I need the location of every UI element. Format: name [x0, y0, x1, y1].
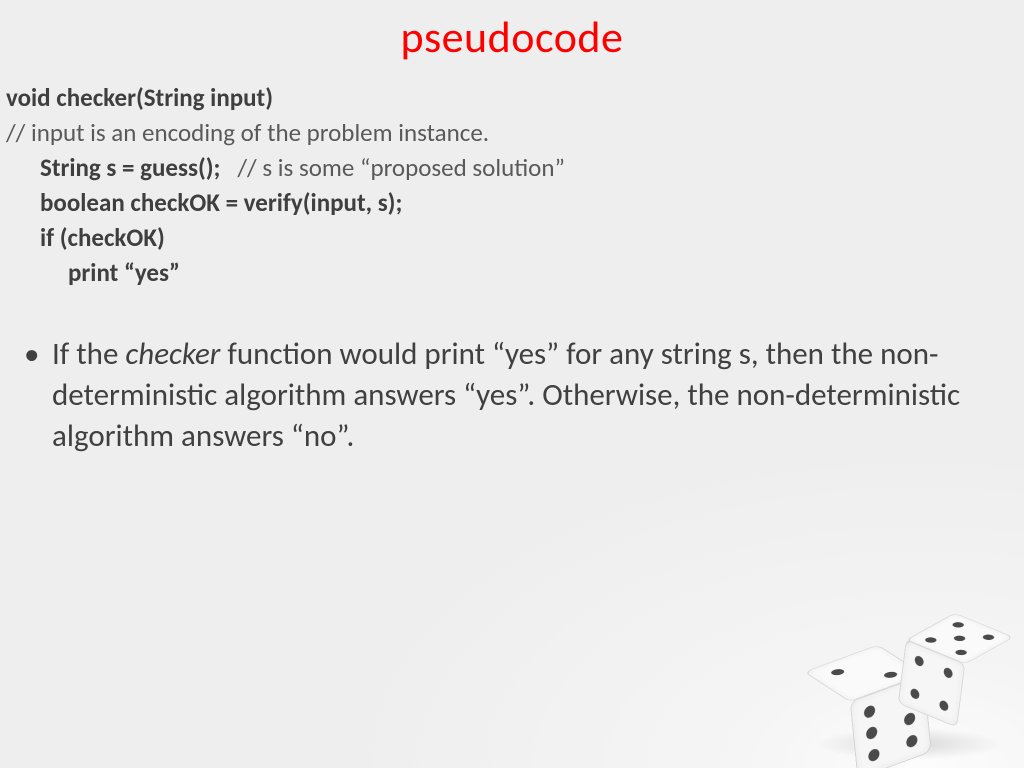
code-line-3-bold: String s = guess(); [40, 152, 220, 183]
slide-title: pseudocode [0, 0, 1024, 64]
pseudocode-block: void checker(String input) // input is a… [0, 64, 1024, 290]
die-icon [922, 626, 988, 712]
code-line-3-comment: // s is some “proposed solution” [220, 152, 565, 183]
code-line-5: if (checkOK) [40, 222, 165, 253]
slide: pseudocode void checker(String input) //… [0, 0, 1024, 768]
code-line-6: print “yes” [68, 257, 180, 288]
code-line-1: void checker(String input) [6, 82, 273, 113]
bullet-item: • If the checker function would print “y… [24, 334, 986, 457]
code-line-4: boolean checkOK = verify(input, s); [40, 187, 402, 218]
bullet-text: If the checker function would print “yes… [52, 334, 986, 457]
bullet-em: checker [125, 335, 220, 373]
bullet-block: • If the checker function would print “y… [0, 290, 1024, 457]
bullet-marker: • [24, 334, 52, 457]
dice-decoration [806, 596, 1006, 756]
bullet-pre: If the [52, 335, 125, 373]
die-icon [827, 660, 907, 763]
code-line-2: // input is an encoding of the problem i… [6, 115, 1024, 150]
